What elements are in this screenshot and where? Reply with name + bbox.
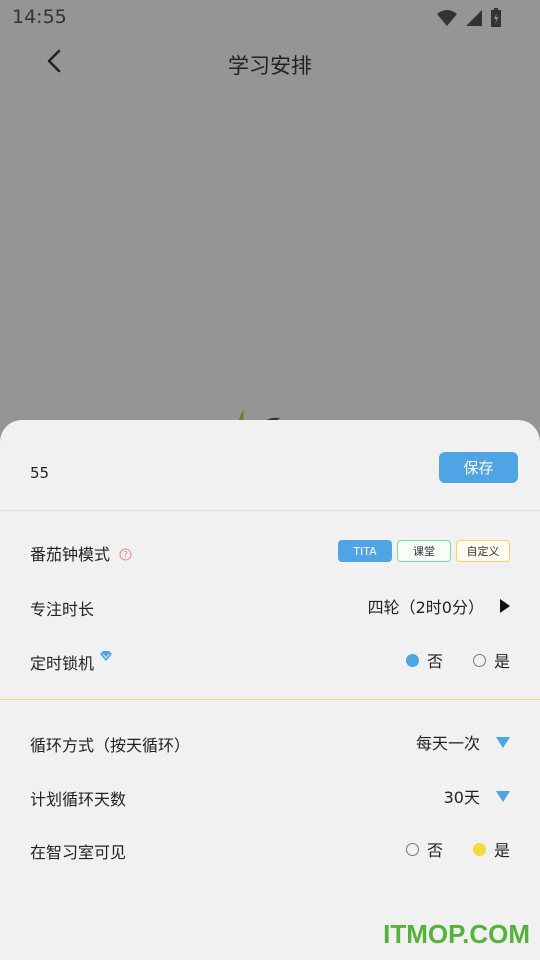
watermark: ITMOP.COM <box>383 919 530 949</box>
cycle-dropdown[interactable]: 每天一次 <box>416 730 510 754</box>
lock-yes-label: 是 <box>493 652 510 671</box>
lock-options: 否 是 <box>392 648 510 672</box>
visible-options: 否 是 <box>392 837 510 861</box>
days-label: 计划循环天数 <box>30 790 127 809</box>
mode-option-tita[interactable]: TITA <box>338 540 392 562</box>
visible-option-yes[interactable]: 是 <box>472 837 510 861</box>
focus-label: 专注时长 <box>30 600 95 619</box>
status-time: 14:55 <box>12 6 67 28</box>
radio-selected-icon <box>405 653 419 667</box>
status-icons <box>436 8 502 28</box>
counter-value: 55 <box>30 464 50 482</box>
days-value: 30天 <box>443 788 480 807</box>
sheet-header: 55 保存 <box>0 420 540 511</box>
lock-label-text: 定时锁机 <box>30 654 95 673</box>
radio-selected-icon <box>472 842 486 856</box>
app-bar: 学习安排 <box>0 34 540 92</box>
days-dropdown[interactable]: 30天 <box>444 784 510 808</box>
focus-value: 四轮（2时0分） <box>367 598 484 617</box>
dropdown-arrow-icon <box>496 790 510 802</box>
mode-option-class[interactable]: 课堂 <box>397 540 451 562</box>
mode-label-text: 番茄钟模式 <box>30 545 111 564</box>
visible-no-label: 否 <box>426 841 443 860</box>
save-button[interactable]: 保存 <box>439 452 518 483</box>
mode-options: TITA 课堂 自定义 <box>338 540 510 562</box>
row-days[interactable]: 计划循环天数 30天 <box>0 776 540 816</box>
lock-label: 定时锁机 <box>30 650 113 674</box>
status-bar: 14:55 <box>0 0 540 34</box>
focus-value-group[interactable]: 四轮（2时0分） <box>368 594 510 618</box>
lock-option-no[interactable]: 否 <box>405 648 443 672</box>
svg-text:?: ? <box>123 551 128 561</box>
row-lock: 定时锁机 否 是 <box>0 640 540 680</box>
mode-option-custom[interactable]: 自定义 <box>456 540 510 562</box>
row-visible: 在智习室可见 否 是 <box>0 829 540 869</box>
mode-label: 番茄钟模式 ? <box>30 541 132 565</box>
battery-icon <box>491 8 501 27</box>
page-title: 学习安排 <box>228 54 312 78</box>
bottom-sheet: 55 保存 番茄钟模式 ? TITA 课堂 自定义 专注时长 四轮（2时0分） … <box>0 420 540 960</box>
dropdown-arrow-icon <box>496 736 510 748</box>
lock-no-label: 否 <box>426 652 443 671</box>
radio-empty-icon <box>405 842 419 856</box>
radio-empty-icon <box>472 653 486 667</box>
signal-icon <box>466 10 482 26</box>
section-divider <box>0 699 540 700</box>
wifi-icon <box>437 10 457 26</box>
lock-option-yes[interactable]: 是 <box>472 648 510 672</box>
row-mode: 番茄钟模式 ? TITA 课堂 自定义 <box>0 531 540 571</box>
visible-option-no[interactable]: 否 <box>405 837 443 861</box>
row-cycle[interactable]: 循环方式（按天循环） 每天一次 <box>0 722 540 762</box>
visible-yes-label: 是 <box>493 841 510 860</box>
help-icon[interactable]: ? <box>119 548 132 561</box>
diamond-icon <box>100 651 113 661</box>
cycle-label: 循环方式（按天循环） <box>30 736 191 755</box>
cycle-value: 每天一次 <box>415 734 480 753</box>
row-focus[interactable]: 专注时长 四轮（2时0分） <box>0 586 540 626</box>
visible-label: 在智习室可见 <box>30 843 127 862</box>
play-arrow-icon <box>500 599 510 613</box>
